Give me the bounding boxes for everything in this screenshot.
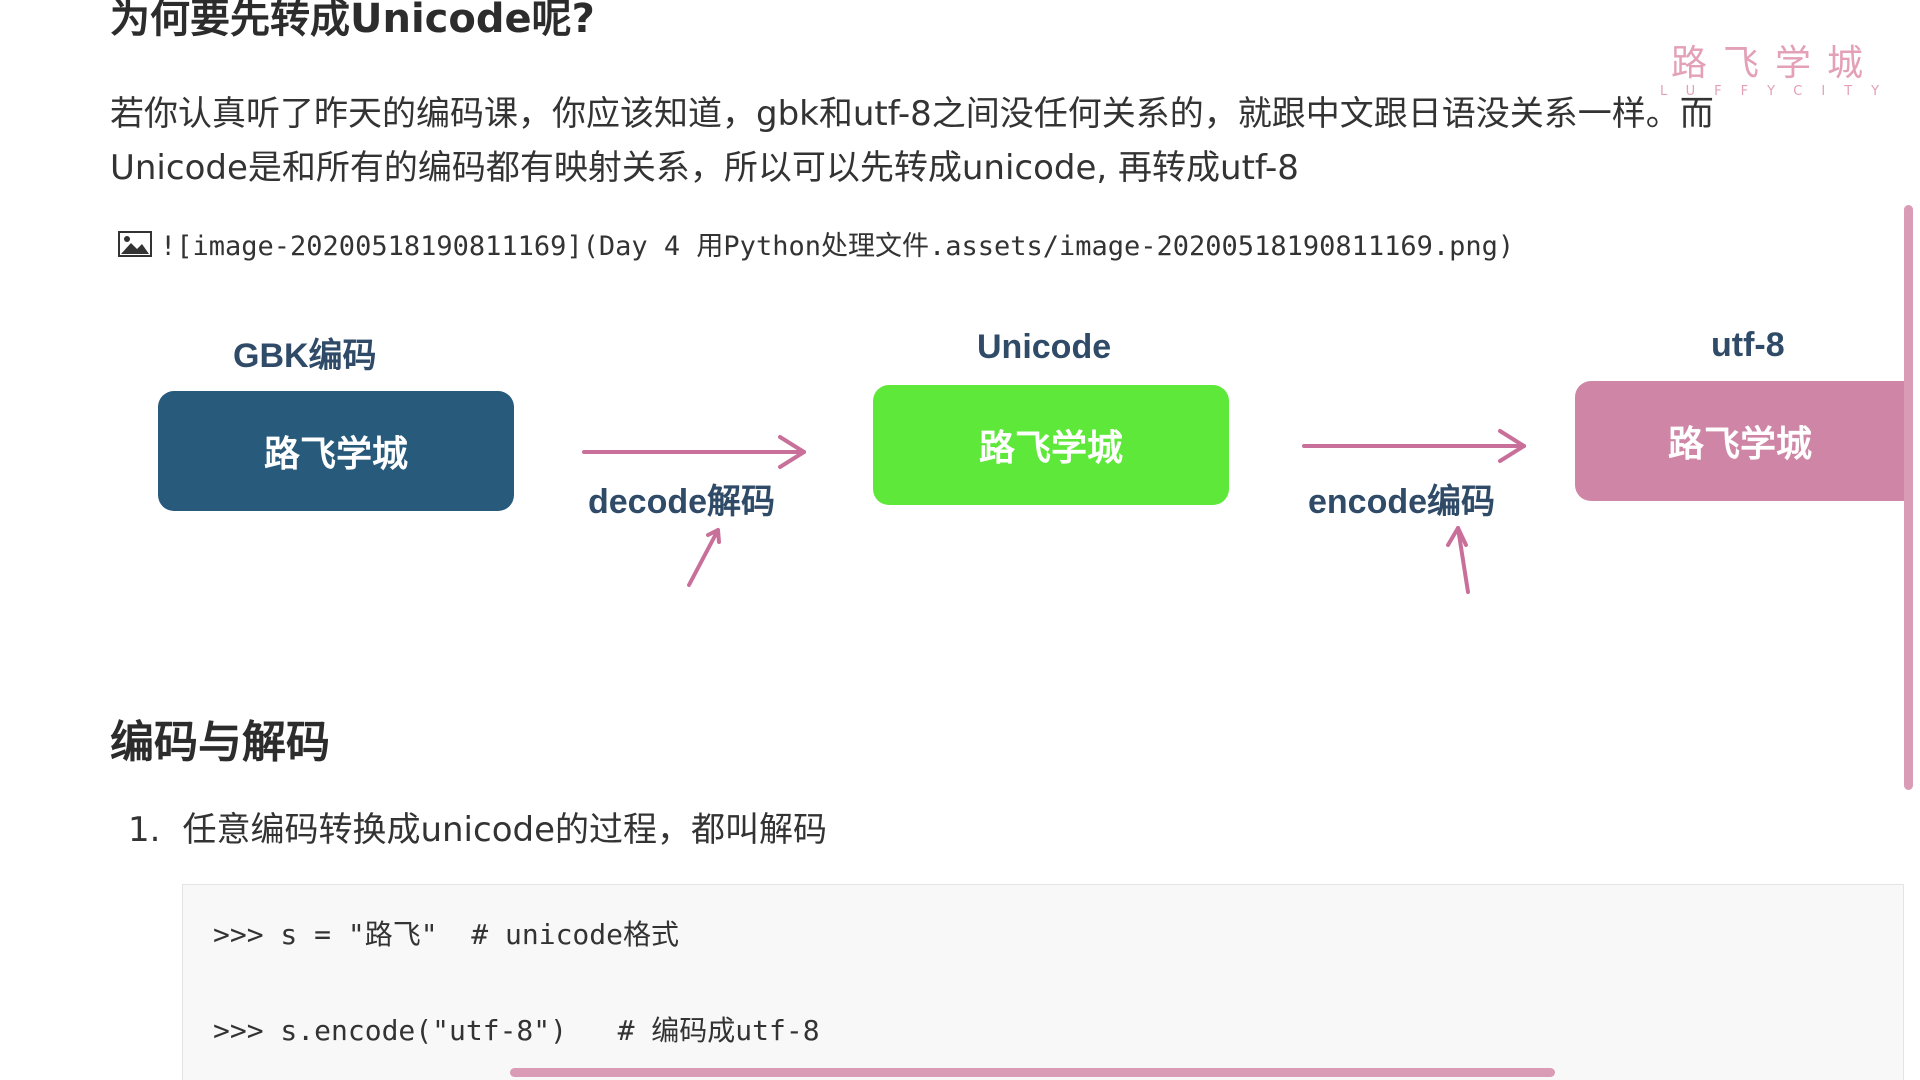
unicode-box: 路飞学城: [873, 385, 1229, 505]
code-line: >>> s.encode("utf-8") # 编码成utf-8: [213, 1014, 820, 1047]
utf8-box: 路飞学城: [1575, 381, 1905, 501]
heading-why-unicode: 为何要先转成Unicode呢?: [110, 0, 595, 42]
encode-arrow: [1302, 429, 1526, 463]
gbk-label: GBK编码: [233, 337, 377, 375]
document-page: 为何要先转成Unicode呢? 路飞学城 LUFFYCITY 若你认真听了昨天的…: [0, 0, 1920, 1080]
utf8-box-text: 路飞学城: [1667, 424, 1812, 465]
utf8-label: utf-8: [1711, 326, 1785, 364]
watermark-cn: 路飞学城: [1670, 43, 1879, 84]
list-item-decode-definition: 1. 任意编码转换成unicode的过程，都叫解码: [128, 802, 827, 851]
list-item-text: 任意编码转换成unicode的过程，都叫解码: [182, 810, 827, 850]
horizontal-scrollbar[interactable]: [510, 1068, 1555, 1077]
gbk-box-text: 路飞学城: [263, 434, 408, 475]
decode-label: decode解码: [588, 483, 776, 521]
unicode-label: Unicode: [977, 328, 1112, 366]
paragraph-line-2: Unicode是和所有的编码都有映射关系，所以可以先转成unicode, 再转成…: [110, 148, 1299, 188]
unicode-box-text: 路飞学城: [978, 428, 1123, 469]
image-icon: [118, 230, 152, 257]
gbk-box: 路飞学城: [158, 391, 514, 511]
section-heading-encode-decode: 编码与解码: [110, 717, 330, 768]
list-number: 1.: [128, 810, 161, 850]
encode-label: encode编码: [1308, 483, 1496, 521]
broken-image-link[interactable]: ![image-20200518190811169](Day 4 用Python…: [118, 224, 1514, 263]
paragraph-line-1: 若你认真听了昨天的编码课，你应该知道，gbk和utf-8之间没任何关系的，就跟中…: [110, 94, 1714, 134]
decode-pointer-arrow: [687, 528, 721, 587]
decode-arrow: [582, 435, 806, 469]
encode-pointer-arrow: [1446, 526, 1470, 594]
vertical-scrollbar[interactable]: [1904, 205, 1913, 790]
code-block[interactable]: >>> s = "路飞" # unicode格式 >>> s.encode("u…: [182, 884, 1904, 1080]
code-line: >>> s = "路飞" # unicode格式: [213, 918, 680, 951]
image-markdown-text: ![image-20200518190811169](Day 4 用Python…: [160, 231, 1515, 262]
